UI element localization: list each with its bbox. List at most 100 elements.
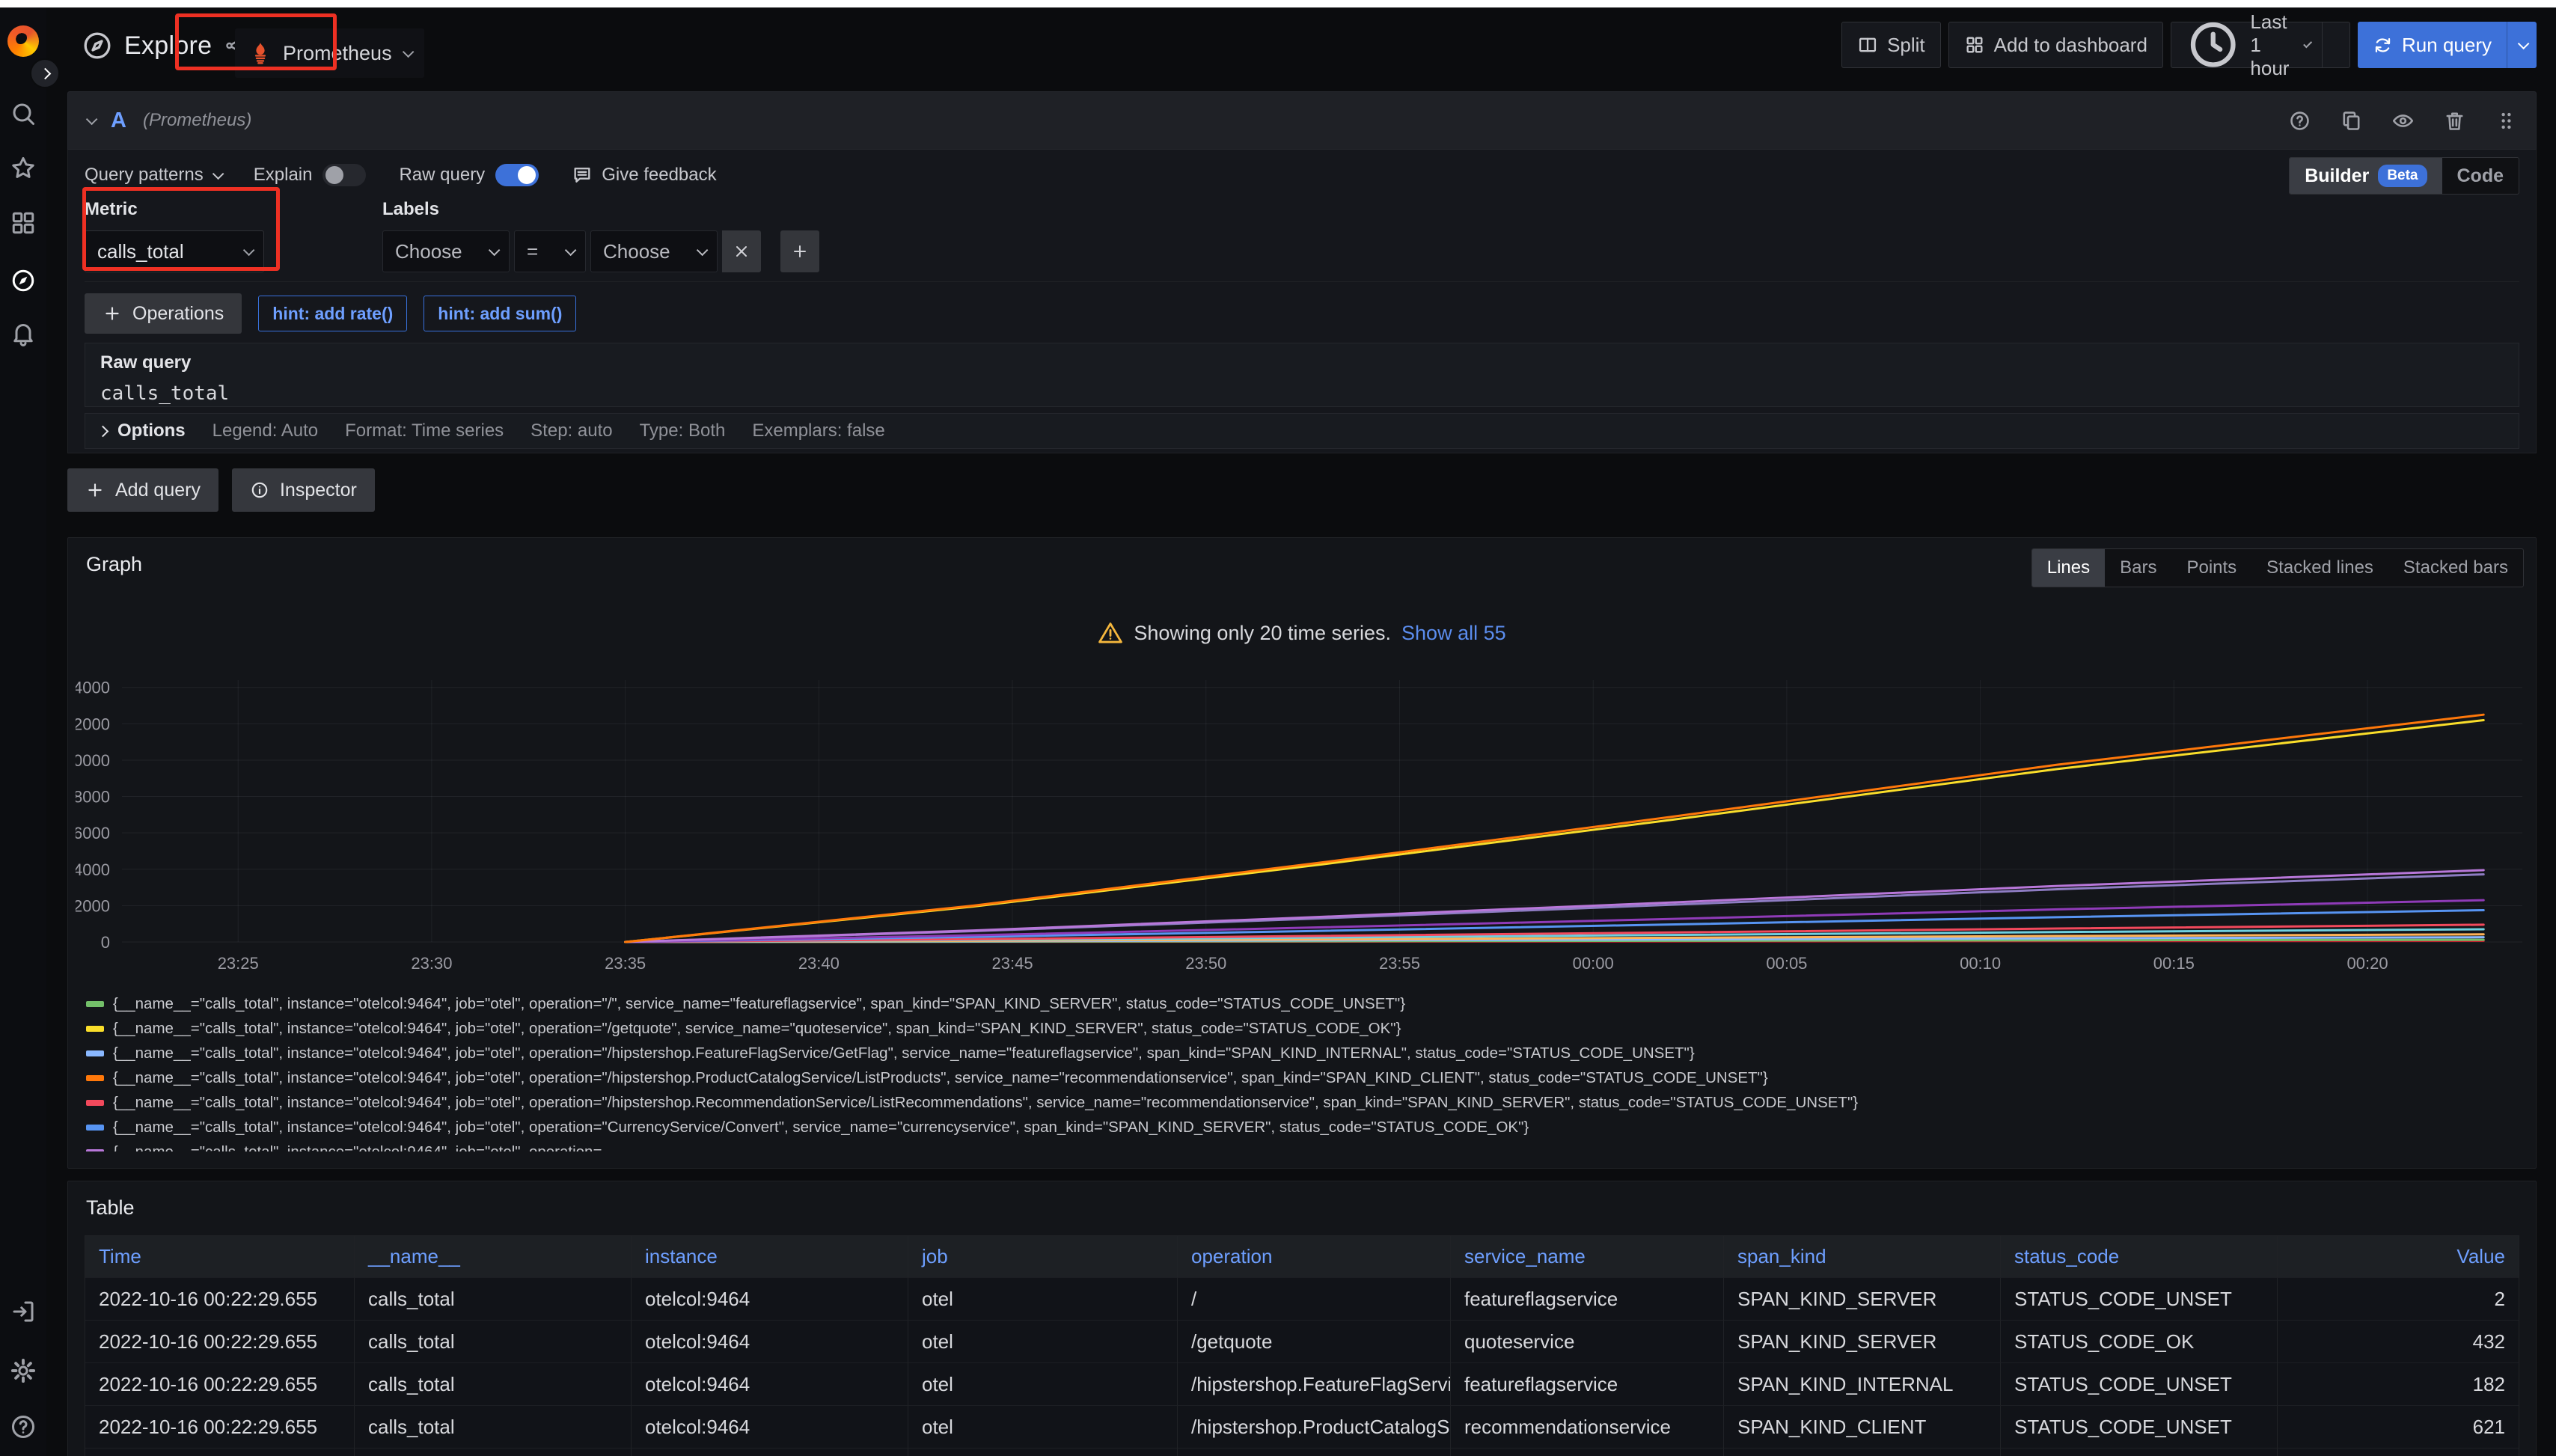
legend-label: {__name__="calls_total", instance="otelc… xyxy=(113,995,1405,1013)
give-feedback-link[interactable]: Give feedback xyxy=(572,165,716,186)
builder-mode-tab[interactable]: BuilderBeta xyxy=(2290,158,2442,194)
table-cell: / xyxy=(1178,1278,1451,1321)
query-patterns-dropdown[interactable]: Query patterns xyxy=(85,165,221,186)
table-cell: otel xyxy=(908,1406,1178,1449)
option-summary-2: Step: auto xyxy=(531,420,612,441)
table-cell: calls_total xyxy=(355,1278,632,1321)
label-operator-select[interactable]: = xyxy=(514,230,586,272)
alerting-icon[interactable] xyxy=(8,318,38,348)
split-button[interactable]: Split xyxy=(1841,22,1941,68)
raw-query-label: Raw query xyxy=(399,165,485,186)
operations-button[interactable]: Operations xyxy=(85,293,242,334)
graph-style-bars[interactable]: Bars xyxy=(2105,549,2171,587)
legend-item[interactable]: {__name__="calls_total", instance="otelc… xyxy=(86,1016,2524,1041)
collapse-query-icon[interactable] xyxy=(86,113,98,125)
table-cell: otelcol:9464 xyxy=(632,1449,908,1456)
explain-toggle[interactable] xyxy=(322,164,366,186)
hint-add-sum-button[interactable]: hint: add sum() xyxy=(424,296,576,331)
table-cell: SPAN_KIND_INTERNAL xyxy=(1724,1363,2001,1406)
datasource-picker[interactable]: Prometheus xyxy=(235,28,424,78)
query-options-bar[interactable]: Options Legend: AutoFormat: Time seriesS… xyxy=(85,413,2519,449)
drag-handle-icon[interactable] xyxy=(2495,109,2518,132)
legend-label: {__name__="calls_total", instance="otelc… xyxy=(113,1143,602,1152)
legend-item[interactable]: {__name__="calls_total", instance="otelc… xyxy=(86,1115,2524,1140)
graph-style-lines[interactable]: Lines xyxy=(2032,549,2105,587)
column-header-status-code[interactable]: status_code xyxy=(2001,1236,2278,1278)
legend-item[interactable]: {__name__="calls_total", instance="otelc… xyxy=(86,1140,2524,1151)
options-expand-icon[interactable] xyxy=(97,425,109,437)
query-help-icon[interactable] xyxy=(2288,109,2311,132)
add-query-button[interactable]: Add query xyxy=(67,468,218,512)
query-row-header[interactable]: A (Prometheus) xyxy=(67,91,2537,150)
table-cell: STATUS_CODE_UNSET xyxy=(2001,1449,2278,1456)
query-ref-id[interactable]: A xyxy=(111,108,126,133)
editor-mode-switch: BuilderBeta Code xyxy=(2289,157,2519,195)
sidebar-expand-button[interactable] xyxy=(30,58,60,88)
graph-style-stacked-lines[interactable]: Stacked lines xyxy=(2251,549,2388,587)
table-row[interactable]: 2022-10-16 00:22:29.655calls_totalotelco… xyxy=(85,1278,2519,1321)
remove-label-filter-button[interactable] xyxy=(722,230,761,272)
legend-item[interactable]: {__name__="calls_total", instance="otelc… xyxy=(86,1090,2524,1115)
label-value-select[interactable]: Choose xyxy=(590,230,718,272)
settings-gear-icon[interactable] xyxy=(8,1356,38,1386)
legend-color-chip xyxy=(86,1149,104,1152)
sign-in-icon[interactable] xyxy=(8,1297,38,1327)
legend-color-chip xyxy=(86,1100,104,1106)
table-row[interactable]: 2022-10-16 00:22:29.655calls_totalotelco… xyxy=(85,1449,2519,1456)
x-axis-tick: 23:35 xyxy=(605,954,646,973)
column-header-operation[interactable]: operation xyxy=(1178,1236,1451,1278)
legend-label: {__name__="calls_total", instance="otelc… xyxy=(113,1044,1695,1062)
column-header-service-name[interactable]: service_name xyxy=(1451,1236,1724,1278)
time-series-chart[interactable]: 0200040006000800010000120001400023:2523:… xyxy=(76,664,2530,990)
x-axis-tick: 23:50 xyxy=(1185,954,1226,973)
table-cell: otelcol:9464 xyxy=(632,1406,908,1449)
run-query-dropdown[interactable] xyxy=(2507,22,2537,68)
raw-query-panel: Raw query calls_total xyxy=(85,343,2519,407)
column-header-span-kind[interactable]: span_kind xyxy=(1724,1236,2001,1278)
add-label-filter-button[interactable] xyxy=(780,230,819,272)
label-name-select[interactable]: Choose xyxy=(382,230,510,272)
hide-response-eye-icon[interactable] xyxy=(2391,109,2415,132)
column-header-job[interactable]: job xyxy=(908,1236,1178,1278)
dashboards-icon[interactable] xyxy=(8,208,38,238)
table-cell: calls_total xyxy=(355,1449,632,1456)
column-header-instance[interactable]: instance xyxy=(632,1236,908,1278)
graph-panel-title: Graph xyxy=(86,553,142,576)
add-to-dashboard-button[interactable]: Add to dashboard xyxy=(1948,22,2163,68)
starred-icon[interactable] xyxy=(8,153,38,183)
table-cell: STATUS_CODE_OK xyxy=(2001,1321,2278,1363)
table-row[interactable]: 2022-10-16 00:22:29.655calls_totalotelco… xyxy=(85,1406,2519,1449)
help-icon[interactable] xyxy=(8,1412,38,1442)
legend-item[interactable]: {__name__="calls_total", instance="otelc… xyxy=(86,1041,2524,1065)
search-icon[interactable] xyxy=(8,99,38,129)
column-header--name-[interactable]: __name__ xyxy=(355,1236,632,1278)
legend-item[interactable]: {__name__="calls_total", instance="otelc… xyxy=(86,1065,2524,1090)
delete-query-trash-icon[interactable] xyxy=(2443,109,2466,132)
explore-nav-icon[interactable] xyxy=(8,266,38,296)
grafana-logo-icon[interactable] xyxy=(7,25,39,57)
time-picker-group: Last 1 hour xyxy=(2171,22,2350,68)
table-cell: SPAN_KIND_SERVER xyxy=(1724,1321,2001,1363)
time-range-picker[interactable]: Last 1 hour xyxy=(2171,22,2322,67)
legend-item[interactable]: {__name__="calls_total", instance="otelc… xyxy=(86,991,2524,1016)
inspector-button[interactable]: Inspector xyxy=(232,468,375,512)
column-header-value[interactable]: Value xyxy=(2278,1236,2519,1278)
legend-color-chip xyxy=(86,1026,104,1032)
raw-query-toggle[interactable] xyxy=(495,164,539,186)
code-mode-tab[interactable]: Code xyxy=(2442,158,2519,194)
table-row[interactable]: 2022-10-16 00:22:29.655calls_totalotelco… xyxy=(85,1363,2519,1406)
hint-add-rate-button[interactable]: hint: add rate() xyxy=(258,296,407,331)
zoom-out-time-button[interactable] xyxy=(2322,22,2349,67)
metric-select[interactable]: calls_total xyxy=(85,230,264,272)
copy-query-icon[interactable] xyxy=(2340,109,2363,132)
column-header-time[interactable]: Time xyxy=(85,1236,355,1278)
y-axis-tick: 2000 xyxy=(76,896,110,915)
run-query-button[interactable]: Run query xyxy=(2358,22,2537,68)
table-cell: calls_total xyxy=(355,1406,632,1449)
show-all-series-link[interactable]: Show all 55 xyxy=(1401,622,1506,645)
graph-style-stacked-bars[interactable]: Stacked bars xyxy=(2388,549,2523,587)
legend-label: {__name__="calls_total", instance="otelc… xyxy=(113,1069,1768,1087)
table-row[interactable]: 2022-10-16 00:22:29.655calls_totalotelco… xyxy=(85,1321,2519,1363)
graph-legend: {__name__="calls_total", instance="otelc… xyxy=(86,991,2524,1151)
graph-style-points[interactable]: Points xyxy=(2171,549,2251,587)
